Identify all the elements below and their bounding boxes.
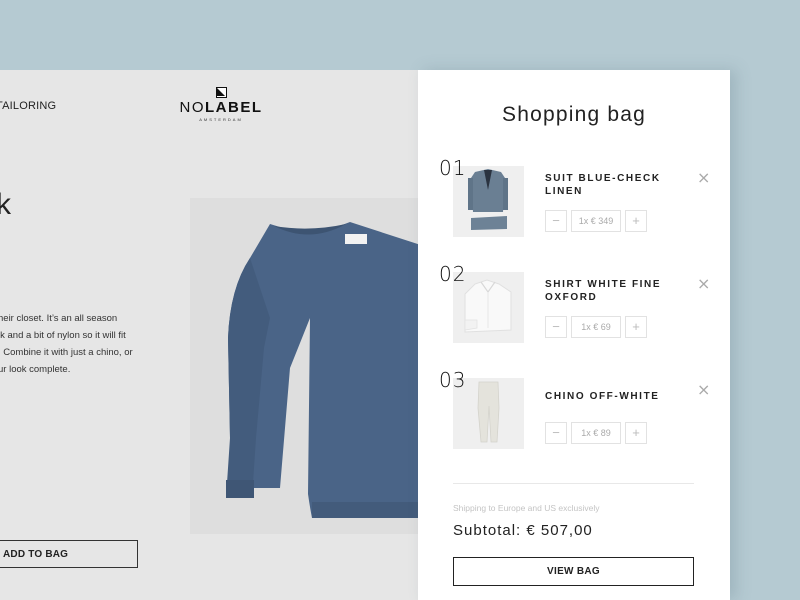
quantity-price: 1x € 89 xyxy=(571,422,621,444)
item-name: SUIT BLUE-CHECK LINEN xyxy=(545,173,661,197)
logo-mark-icon xyxy=(215,87,227,98)
quantity-stepper: − 1x € 349 + xyxy=(545,210,647,232)
shipping-note: Shipping to Europe and US exclusively xyxy=(453,503,600,513)
remove-item-close-icon[interactable]: × xyxy=(697,382,710,398)
item-name: SHIRT WHITE FINE OXFORD xyxy=(545,279,662,303)
decrease-quantity-button[interactable]: − xyxy=(545,316,567,338)
bag-item: 01 SUIT BLUE-CHECK LINEN − 1x € 349 + × xyxy=(418,156,730,246)
subtotal: Subtotal: € 507,00 xyxy=(453,522,593,539)
description-line: . Combine it with just a chino, or xyxy=(0,347,133,358)
increase-quantity-button[interactable]: + xyxy=(625,316,647,338)
description-line: heir closet. It’s an all season xyxy=(0,313,118,324)
view-bag-button[interactable]: VIEW BAG xyxy=(453,557,694,586)
quantity-stepper: − 1x € 89 + xyxy=(545,422,647,444)
item-name: CHINO OFF-WHITE xyxy=(545,391,660,402)
remove-item-close-icon[interactable]: × xyxy=(697,170,710,186)
brand-logo[interactable]: NOLABEL AMSTERDAM xyxy=(178,87,264,122)
item-number: 01 xyxy=(439,156,467,180)
shopping-bag-drawer: Shopping bag 01 SUIT BLUE-CHECK LINEN − … xyxy=(418,70,730,600)
increase-quantity-button[interactable]: + xyxy=(625,210,647,232)
decrease-quantity-button[interactable]: − xyxy=(545,422,567,444)
description-line: lk and a bit of nylon so it will fit xyxy=(0,330,126,341)
product-title: k xyxy=(0,188,11,221)
brand-name: NOLABEL xyxy=(179,99,263,116)
increase-quantity-button[interactable]: + xyxy=(625,422,647,444)
divider xyxy=(453,483,694,484)
bag-item: 03 CHINO OFF-WHITE − 1x € 89 + × xyxy=(418,368,730,458)
remove-item-close-icon[interactable]: × xyxy=(697,276,710,292)
sweater-illustration xyxy=(226,222,420,518)
bag-item: 02 SHIRT WHITE FINE OXFORD − 1x € 69 + × xyxy=(418,262,730,352)
quantity-stepper: − 1x € 69 + xyxy=(545,316,647,338)
decrease-quantity-button[interactable]: − xyxy=(545,210,567,232)
sweater-label xyxy=(345,234,367,244)
item-number: 03 xyxy=(439,368,467,392)
description-line: ur look complete. xyxy=(0,364,71,375)
quantity-price: 1x € 349 xyxy=(571,210,621,232)
quantity-price: 1x € 69 xyxy=(571,316,621,338)
nav-link-tailoring[interactable]: TAILORING xyxy=(0,100,56,112)
product-page: TAILORING NOLABEL AMSTERDAM k heir close… xyxy=(0,70,420,600)
add-to-bag-button[interactable]: ADD TO BAG xyxy=(0,540,138,568)
product-description: heir closet. It’s an all season lk and a… xyxy=(0,310,148,378)
product-image-sweater xyxy=(190,198,420,534)
item-number: 02 xyxy=(439,262,467,286)
drawer-title: Shopping bag xyxy=(501,103,647,126)
brand-subtitle: AMSTERDAM xyxy=(199,117,243,122)
